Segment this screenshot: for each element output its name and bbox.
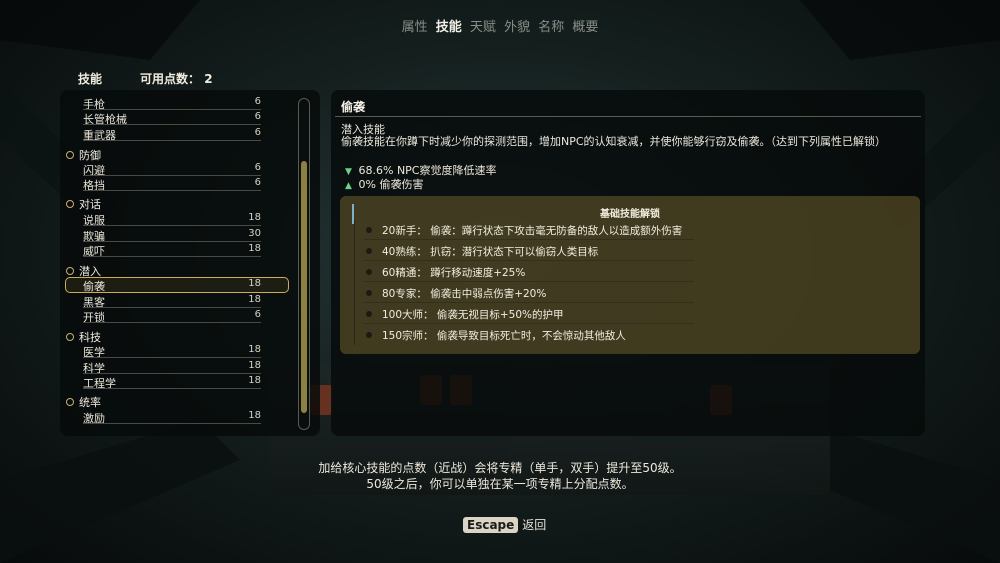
skill-row-sneak[interactable]: 偷袭 18 (65, 278, 291, 293)
unlock-text: 150宗师： 偷袭导致目标死亡时，不会惊动其他敌人 (382, 330, 626, 342)
hint-line-1: 加给核心技能的点数（近战）会将专精（单手，双手）提升至50级。 (318, 461, 682, 475)
category-name: 统率 (79, 396, 101, 409)
scrollbar-thumb[interactable] (301, 161, 307, 413)
available-points-value: 2 (204, 72, 213, 86)
skill-value: 18 (248, 243, 261, 254)
skill-row-dodge[interactable]: 闪避 6 (65, 162, 291, 177)
available-points-label: 可用点数： (140, 72, 201, 86)
category-dot-icon (66, 200, 74, 208)
skill-value: 6 (254, 127, 261, 138)
unlock-tier-80: 80专家： 偷袭击中弱点伤害+20% (366, 286, 546, 301)
back-button[interactable]: Escape 返回 (463, 516, 546, 533)
divider (335, 116, 921, 117)
skills-title: 技能 (78, 72, 103, 86)
skill-row-persuade[interactable]: 说服 18 (65, 212, 291, 227)
category-leadership[interactable]: 统率 (66, 394, 101, 410)
skill-value: 18 (248, 278, 261, 289)
tier-bullet-icon (366, 290, 372, 296)
tier-bullet-icon (366, 311, 372, 317)
tab-appearance[interactable]: 外貌 (504, 20, 530, 35)
skill-value: 30 (248, 228, 261, 239)
skill-row-intimidate[interactable]: 威吓 18 (65, 243, 291, 258)
arrow-up-icon: ▲ (345, 181, 352, 191)
skill-detail-title: 偷袭 (341, 100, 366, 114)
skill-value: 6 (254, 162, 261, 173)
skill-value: 18 (248, 212, 261, 223)
hint-line-2: 50级之后，你可以单独在某一项专精上分配点数。 (366, 477, 634, 491)
unlock-tier-150: 150宗师： 偷袭导致目标死亡时，不会惊动其他敌人 (366, 328, 626, 343)
tier-bullet-icon (366, 248, 372, 254)
tier-bullet-icon (366, 332, 372, 338)
tab-perks[interactable]: 天赋 (470, 20, 496, 35)
category-defense[interactable]: 防御 (66, 147, 101, 163)
skill-row-handguns[interactable]: 手枪 6 (65, 96, 291, 111)
skill-name: 偷袭 (83, 280, 105, 293)
unlock-tier-100: 100大师： 偷袭无视目标+50%的护甲 (366, 307, 564, 322)
skills-header: 技能 可用点数： 2 (78, 70, 213, 87)
unlock-text: 100大师： 偷袭无视目标+50%的护甲 (382, 309, 564, 321)
unlock-tier-60: 60精通： 蹲行移动速度+25% (366, 265, 525, 280)
unlock-tier-40: 40熟练： 扒窃：潜行状态下可以偷窃人类目标 (366, 244, 598, 259)
skill-value: 18 (248, 294, 261, 305)
category-dot-icon (66, 333, 74, 341)
category-name: 防御 (79, 149, 101, 162)
top-tabs: 属性 技能 天赋 外貌 名称 概要 (0, 16, 1000, 35)
tab-attributes[interactable]: 属性 (402, 20, 428, 35)
skill-row-science[interactable]: 科学 18 (65, 360, 291, 375)
unlock-text: 80专家： 偷袭击中弱点伤害+20% (382, 288, 547, 300)
available-points: 可用点数： 2 (140, 70, 213, 87)
skill-value: 6 (254, 111, 261, 122)
tab-name[interactable]: 名称 (538, 20, 564, 35)
skill-row-hack[interactable]: 黑客 18 (65, 294, 291, 309)
effect-sneak-damage: ▲ 0% 偷袭伤害 (345, 176, 423, 192)
skill-list-scrollbar[interactable] (298, 98, 310, 430)
category-stealth[interactable]: 潜入 (66, 263, 101, 279)
tier-bullet-icon (366, 227, 372, 233)
category-name: 对话 (79, 198, 101, 211)
category-name: 潜入 (79, 265, 101, 278)
skill-list-panel: 手枪 6 长管枪械 6 重武器 6 防御 闪避 6 格挡 6 对话 说服 18 欺骗 30 威… (60, 90, 320, 436)
category-tech[interactable]: 科技 (66, 329, 101, 345)
skill-row-inspiration[interactable]: 激励 18 (65, 410, 291, 425)
skill-value: 18 (248, 344, 261, 355)
unlock-tier-20: 20新手： 偷袭：蹲行状态下攻击毫无防备的敌人以造成额外伤害 (366, 223, 682, 238)
skill-value: 6 (254, 309, 261, 320)
skill-row-block[interactable]: 格挡 6 (65, 177, 291, 192)
skill-row-medical[interactable]: 医学 18 (65, 344, 291, 359)
unlocks-timeline (354, 220, 355, 345)
skill-unlocks-box: 基础技能解锁 20新手： 偷袭：蹲行状态下攻击毫无防备的敌人以造成额外伤害 40… (340, 196, 920, 354)
skill-row-heavy-weapons[interactable]: 重武器 6 (65, 127, 291, 142)
category-dot-icon (66, 398, 74, 406)
unlocks-title: 基础技能解锁 (600, 209, 660, 220)
category-dot-icon (66, 267, 74, 275)
back-label: 返回 (522, 518, 547, 532)
skill-value: 6 (254, 177, 261, 188)
skill-value: 18 (248, 410, 261, 421)
effect-text: 0% 偷袭伤害 (358, 178, 424, 191)
category-dot-icon (66, 151, 74, 159)
skill-description: 偷袭技能在你蹲下时减少你的探测范围，增加NPC的认知衰减，并使你能够行窃及偷袭。… (341, 135, 887, 148)
tier-bullet-icon (366, 269, 372, 275)
skill-value: 18 (248, 360, 261, 371)
unlock-text: 40熟练： 扒窃：潜行状态下可以偷窃人类目标 (382, 246, 599, 258)
unlock-text: 60精通： 蹲行移动速度+25% (382, 267, 526, 279)
skill-value: 18 (248, 375, 261, 386)
skill-detail-panel: 偷袭 潜入技能 偷袭技能在你蹲下时减少你的探测范围，增加NPC的认知衰减，并使你… (331, 90, 925, 436)
tab-summary[interactable]: 概要 (572, 20, 598, 35)
unlock-text: 20新手： 偷袭：蹲行状态下攻击毫无防备的敌人以造成额外伤害 (382, 225, 683, 237)
category-dialog[interactable]: 对话 (66, 196, 101, 212)
skill-row-long-guns[interactable]: 长管枪械 6 (65, 111, 291, 126)
skill-value: 6 (254, 96, 261, 107)
tab-skills[interactable]: 技能 (436, 20, 462, 35)
escape-key-icon: Escape (463, 517, 519, 533)
skill-row-lockpick[interactable]: 开锁 6 (65, 309, 291, 324)
skill-row-lie[interactable]: 欺骗 30 (65, 228, 291, 243)
skill-row-engineering[interactable]: 工程学 18 (65, 375, 291, 390)
category-name: 科技 (79, 331, 101, 344)
